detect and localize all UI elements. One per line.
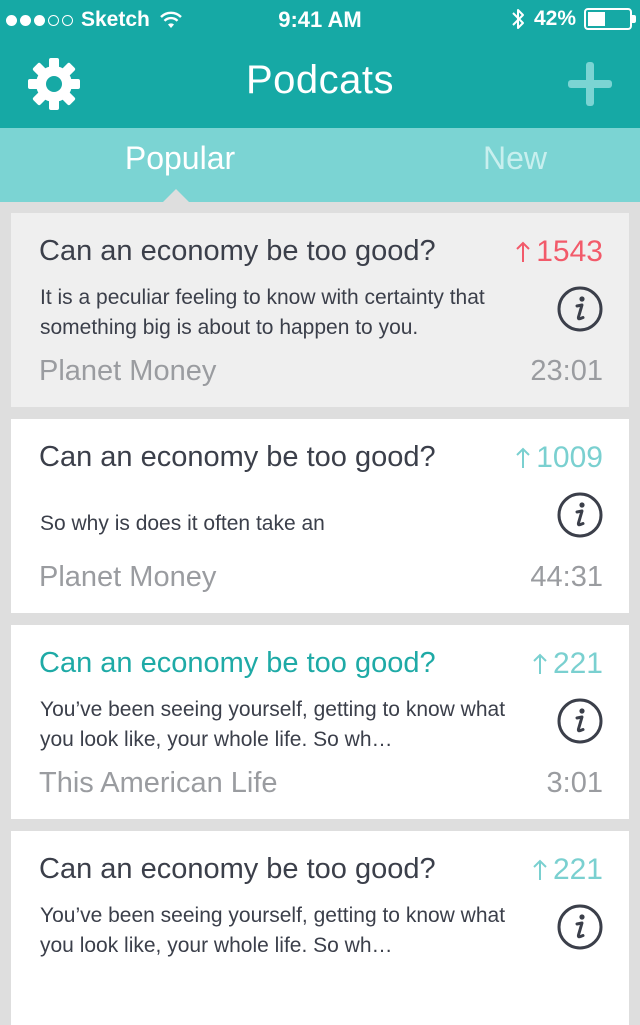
vote-count[interactable]: 1009 bbox=[516, 441, 603, 475]
info-icon[interactable] bbox=[557, 698, 603, 744]
up-arrow-icon bbox=[533, 859, 547, 880]
episode-source: This American Life bbox=[39, 767, 278, 799]
info-icon[interactable] bbox=[557, 286, 603, 332]
status-bar: Sketch 9:41 AM 42% bbox=[0, 0, 640, 40]
episode-title: Can an economy be too good? bbox=[39, 647, 436, 679]
page-title: Podcats bbox=[245, 58, 395, 102]
episode-card[interactable]: Can an economy be too good? 221 You’ve b… bbox=[11, 625, 629, 819]
info-icon[interactable] bbox=[557, 492, 603, 538]
info-icon[interactable] bbox=[557, 904, 603, 950]
episode-description: You’ve been seeing yourself, getting to … bbox=[40, 698, 506, 751]
vote-count-value: 1543 bbox=[536, 235, 603, 268]
battery-level bbox=[588, 12, 605, 26]
episode-source: Planet Money bbox=[39, 561, 217, 593]
episode-card[interactable]: Can an economy be too good? 221 You’ve b… bbox=[11, 831, 629, 1025]
vote-count-value: 221 bbox=[552, 853, 603, 886]
tab-popular[interactable]: Popular bbox=[20, 140, 340, 177]
vote-count[interactable]: 221 bbox=[533, 853, 603, 887]
vote-count-value: 1009 bbox=[536, 441, 603, 474]
tab-new[interactable]: New bbox=[355, 140, 640, 177]
bluetooth-icon bbox=[512, 9, 524, 29]
episode-description: So why is does it often take an bbox=[40, 512, 325, 535]
episode-duration: 44:31 bbox=[530, 561, 603, 593]
episode-title: Can an economy be too good? bbox=[39, 441, 436, 473]
tab-bar: Popular New bbox=[0, 128, 640, 202]
episode-source: Planet Money bbox=[39, 355, 217, 387]
episode-duration: 23:01 bbox=[530, 355, 603, 387]
vote-count[interactable]: 221 bbox=[533, 647, 603, 681]
episode-title: Can an economy be too good? bbox=[39, 853, 436, 885]
episode-card[interactable]: Can an economy be too good? 1543 It is a… bbox=[11, 213, 629, 407]
vote-count[interactable]: 1543 bbox=[516, 235, 603, 269]
episode-duration: 3:01 bbox=[546, 767, 603, 799]
episode-description: You’ve been seeing yourself, getting to … bbox=[40, 904, 506, 957]
active-tab-indicator bbox=[163, 189, 189, 202]
episode-title: Can an economy be too good? bbox=[39, 235, 436, 267]
plus-icon[interactable] bbox=[566, 60, 614, 108]
episode-description: It is a peculiar feeling to know with ce… bbox=[40, 286, 485, 339]
up-arrow-icon bbox=[516, 447, 530, 468]
up-arrow-icon bbox=[533, 653, 547, 674]
up-arrow-icon bbox=[516, 241, 530, 262]
nav-header: Sketch 9:41 AM 42% Podcats bbox=[0, 0, 640, 128]
battery-icon bbox=[584, 8, 636, 30]
vote-count-value: 221 bbox=[552, 647, 603, 680]
battery-percent: 42% bbox=[533, 7, 576, 30]
status-right: 42% bbox=[510, 7, 636, 31]
episode-card[interactable]: Can an economy be too good? 1009 So why … bbox=[11, 419, 629, 613]
